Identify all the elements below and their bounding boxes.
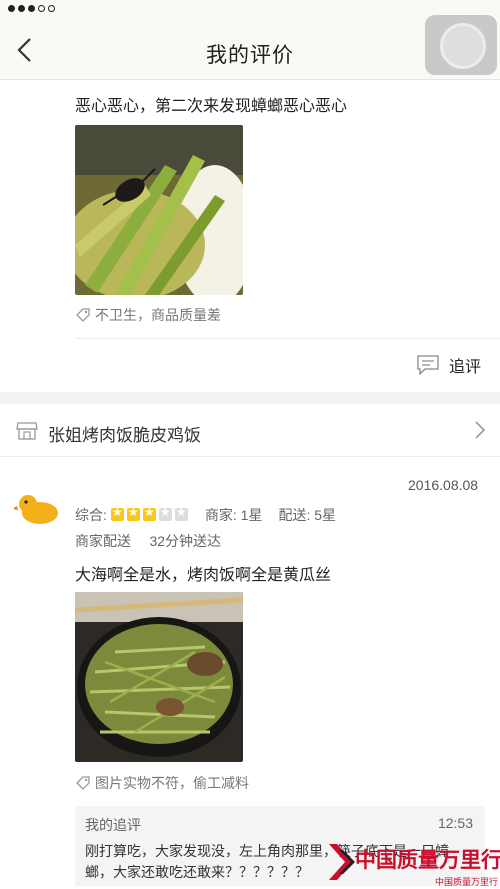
star-icon	[158, 505, 172, 522]
review-tags: 图片实物不符，偷工减料	[75, 773, 249, 793]
shop-icon	[16, 422, 38, 440]
review-photo[interactable]	[75, 125, 243, 295]
review-date: 2016.08.08	[408, 477, 479, 493]
rating-label: 综合:	[75, 507, 107, 523]
chevron-right-icon	[475, 421, 486, 439]
delivery-time: 32分钟送达	[149, 533, 222, 549]
watermark: 中国质量万里行 中国质量万里行	[325, 842, 500, 889]
overall-rating: 综合: 商家: 1星 配送: 5星	[75, 505, 336, 525]
shop-name: 张姐烤肉饭脆皮鸡饭	[48, 426, 201, 445]
section-separator	[0, 392, 500, 404]
status-bar	[0, 0, 500, 22]
watermark-subtext: 中国质量万里行	[435, 877, 499, 887]
follow-up-button[interactable]: 追评	[417, 353, 481, 377]
reply-time: 12:53	[437, 815, 473, 831]
star-icon	[174, 505, 188, 522]
tag-icon	[76, 308, 90, 322]
reply-label: 我的追评	[85, 817, 141, 833]
review-comment: 大海啊全是水，烤肉饭啊全是黄瓜丝	[75, 567, 332, 584]
star-icon	[126, 505, 140, 522]
divider	[75, 338, 500, 339]
delivery-info: 商家配送 32分钟送达	[75, 531, 221, 551]
delivery-rating: 配送: 5星	[278, 507, 337, 523]
review-tags-text: 不卫生，商品质量差	[95, 307, 221, 323]
delivery-type: 商家配送	[75, 533, 131, 549]
watermark-text: 中国质量万里行	[355, 847, 500, 872]
merchant-rating: 商家: 1星	[204, 507, 263, 523]
assistive-touch-button[interactable]	[425, 15, 497, 75]
shop-row[interactable]: 张姐烤肉饭脆皮鸡饭	[0, 404, 500, 456]
signal-indicator	[8, 5, 55, 12]
review-tags-text: 图片实物不符，偷工减料	[95, 775, 249, 791]
message-icon	[417, 355, 439, 375]
follow-up-label: 追评	[449, 359, 482, 376]
review-comment: 恶心恶心，第二次来发现蟑螂恶心恶心	[75, 98, 348, 115]
rating-stars	[110, 505, 191, 524]
review-tags: 不卫生，商品质量差	[75, 305, 221, 325]
star-icon	[142, 505, 156, 522]
tag-icon	[76, 776, 90, 790]
star-icon	[110, 505, 124, 522]
user-avatar	[12, 491, 60, 529]
divider	[0, 456, 500, 457]
review-photo[interactable]	[75, 592, 243, 762]
